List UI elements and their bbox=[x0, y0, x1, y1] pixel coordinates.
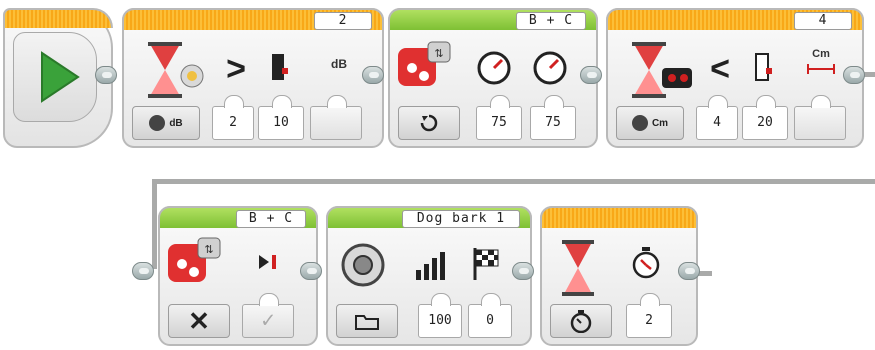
tank-motor-icon: ⇅ bbox=[394, 38, 456, 98]
move-tank-left-power[interactable]: 75 bbox=[476, 95, 522, 140]
svg-text:⇅: ⇅ bbox=[434, 48, 443, 60]
sound-output-plug bbox=[512, 262, 534, 280]
move-tank-off-block[interactable]: B + C ⇅ ✕ ✓ bbox=[158, 206, 318, 346]
off-mode-button[interactable]: ✕ bbox=[168, 304, 230, 338]
move-tank-header: B + C bbox=[388, 8, 598, 30]
wait-ultrasonic-output-plug bbox=[843, 66, 865, 84]
wait-sound-param-threshold[interactable]: 10 bbox=[258, 95, 304, 140]
move-tank-output-plug bbox=[580, 66, 602, 84]
wait-sound-port[interactable]: 2 bbox=[314, 12, 372, 30]
wait-ultrasonic-block[interactable]: 4 < Cm Cm 4 20 bbox=[606, 8, 864, 148]
sound-file-name[interactable]: Dog bark 1 bbox=[402, 210, 520, 228]
sound-volume[interactable]: 100 bbox=[418, 293, 462, 338]
wait-sound-mode-unit: dB bbox=[169, 117, 183, 129]
compare-symbol-less: < bbox=[710, 49, 730, 88]
tank-motor-icon-2: ⇅ bbox=[164, 234, 226, 294]
sound-mode-icon bbox=[149, 115, 166, 131]
brake-icon bbox=[256, 252, 282, 272]
play-type-flag-icon bbox=[470, 246, 502, 282]
wait-ultrasonic-mode-button[interactable]: Cm bbox=[616, 106, 684, 140]
wait-ultrasonic-header: 4 bbox=[606, 8, 864, 30]
volume-bars-icon bbox=[414, 248, 450, 282]
compare-symbol: > bbox=[226, 49, 246, 88]
wire-return bbox=[152, 179, 875, 184]
hourglass-ultrasonic-icon bbox=[628, 40, 698, 100]
svg-text:⇅: ⇅ bbox=[204, 244, 213, 256]
off-mode-icon: ✕ bbox=[188, 305, 210, 336]
wire-down bbox=[152, 179, 157, 269]
wait-ultrasonic-param-mode[interactable]: 4 bbox=[696, 95, 738, 140]
sound-play-type[interactable]: 0 bbox=[468, 293, 512, 338]
wait-sound-output bbox=[310, 95, 362, 140]
wait-sound-param-mode[interactable]: 2 bbox=[212, 95, 254, 140]
distance-arrow-icon bbox=[806, 62, 836, 76]
threshold-icon bbox=[269, 50, 289, 84]
move-tank-ports[interactable]: B + C bbox=[516, 12, 586, 30]
stopwatch-icon bbox=[630, 246, 662, 280]
wait-ultrasonic-unit-label: Cm bbox=[812, 48, 830, 60]
hourglass-sound-icon bbox=[144, 40, 210, 100]
sound-block[interactable]: Dog bark 1 100 0 bbox=[326, 206, 532, 346]
move-tank-right-power[interactable]: 75 bbox=[530, 95, 576, 140]
move-tank-mode-button[interactable] bbox=[398, 106, 460, 140]
move-tank-off-ports[interactable]: B + C bbox=[236, 210, 306, 228]
start-play-icon bbox=[41, 51, 80, 103]
ultrasonic-mode-icon bbox=[631, 115, 648, 131]
move-tank-off-output-plug bbox=[300, 262, 322, 280]
wait-ultrasonic-port[interactable]: 4 bbox=[794, 12, 852, 30]
wait-sound-block[interactable]: 2 > dB dB 2 10 bbox=[122, 8, 384, 148]
speaker-icon bbox=[340, 242, 386, 288]
start-block-header bbox=[3, 8, 113, 28]
time-mode-icon bbox=[570, 310, 592, 333]
brake-at-end-toggle[interactable]: ✓ bbox=[242, 293, 294, 338]
wait-sound-output-plug bbox=[362, 66, 384, 84]
hourglass-icon bbox=[558, 238, 598, 298]
start-button-frame[interactable] bbox=[13, 32, 97, 122]
wait-ultrasonic-mode-unit: Cm bbox=[651, 117, 669, 129]
threshold-icon-2 bbox=[753, 50, 773, 84]
program-canvas: 2 > dB dB 2 10 B + C ⇅ 75 75 4 < Cm Cm 4… bbox=[0, 0, 875, 350]
wait-time-seconds[interactable]: 2 bbox=[626, 293, 672, 338]
wait-ultrasonic-output bbox=[794, 95, 846, 140]
wait-time-output-plug bbox=[678, 262, 700, 280]
sound-mode-button[interactable] bbox=[336, 304, 398, 338]
wait-sound-header: 2 bbox=[122, 8, 384, 30]
left-power-gauge-icon bbox=[476, 50, 512, 86]
right-power-gauge-icon bbox=[532, 50, 568, 86]
wait-sound-unit-label: dB bbox=[331, 57, 347, 71]
wait-time-block[interactable]: 2 bbox=[540, 206, 698, 346]
move-tank-off-header: B + C bbox=[158, 206, 318, 228]
start-output-plug bbox=[95, 66, 117, 84]
sound-header: Dog bark 1 bbox=[326, 206, 532, 228]
folder-icon bbox=[355, 315, 379, 330]
row2-input-plug bbox=[132, 262, 154, 280]
wait-time-header bbox=[540, 206, 698, 228]
on-mode-icon bbox=[420, 114, 438, 132]
move-tank-block[interactable]: B + C ⇅ 75 75 bbox=[388, 8, 598, 148]
wait-ultrasonic-param-threshold[interactable]: 20 bbox=[742, 95, 788, 140]
wait-sound-mode-button[interactable]: dB bbox=[132, 106, 200, 140]
wait-time-mode-button[interactable] bbox=[550, 304, 612, 338]
